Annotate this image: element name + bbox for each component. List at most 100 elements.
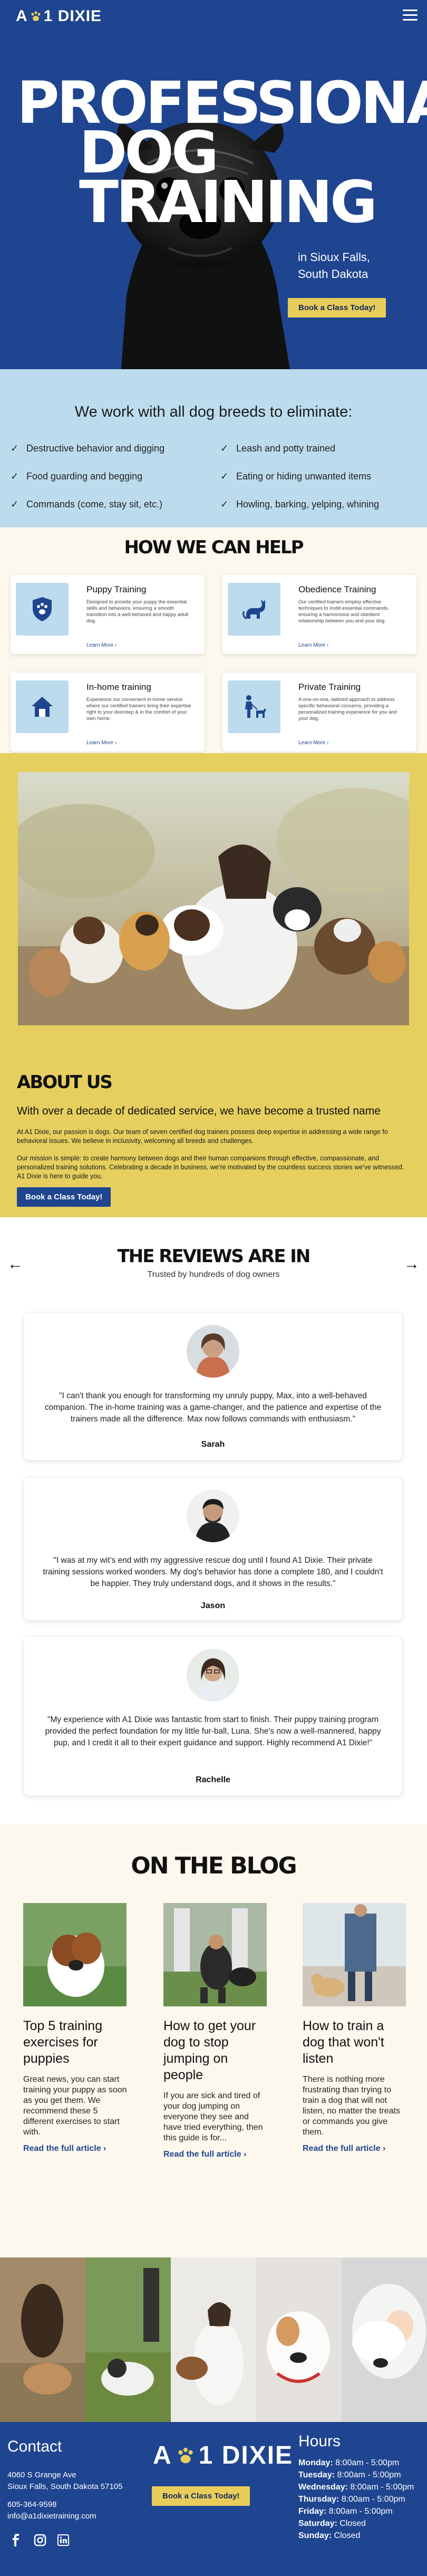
blog-post: Top 5 training exercises for puppies Gre…: [23, 1903, 129, 2154]
reviews-section: ← → THE REVIEWS ARE IN Trusted by hundre…: [0, 1217, 427, 1824]
service-card-private[interactable]: Private Training A one-on-one, tailored …: [222, 672, 416, 752]
service-card-puppy[interactable]: Puppy Training Designed to provide your …: [11, 575, 205, 654]
avatar-sarah: [187, 1325, 239, 1378]
breed-item: ✓ Commands (come, stay sit, etc.): [11, 499, 162, 510]
brand-logo-part1: A: [16, 7, 28, 25]
review-quote: "I can't thank you enough for transformi…: [44, 1391, 382, 1424]
blog-post-excerpt: There is nothing more frustrating than t…: [303, 2075, 400, 2137]
read-article-link[interactable]: Read the full article ›: [303, 2144, 408, 2154]
linkedin-icon[interactable]: [57, 2534, 70, 2546]
check-icon: ✓: [11, 499, 19, 510]
review-card: "My experience with A1 Dixie was fantast…: [24, 1637, 402, 1795]
hours-row: Saturday: Closed: [298, 2517, 414, 2530]
blog-post-title[interactable]: How to train a dog that won't listen: [303, 2018, 408, 2067]
footer-brand-logo[interactable]: A 1 DIXIE: [153, 2441, 293, 2470]
about-book-button[interactable]: Book a Class Today!: [17, 1187, 111, 1207]
blog-post-title[interactable]: How to get your dog to stop jumping on p…: [163, 2018, 269, 2083]
learn-more-link[interactable]: Learn More ›: [298, 642, 328, 648]
breed-item: ✓ Eating or hiding unwanted items: [220, 471, 371, 482]
breeds-title: We work with all dog breeds to eliminate…: [74, 403, 353, 420]
blog-title: ON THE BLOG: [131, 1852, 297, 1879]
services-section: HOW WE CAN HELP Puppy Training Designed …: [0, 527, 427, 753]
hours-day: Saturday:: [298, 2519, 337, 2528]
hamburger-menu-icon[interactable]: [403, 9, 418, 21]
chevron-right-icon: ›: [114, 642, 117, 648]
review-author: Rachelle: [196, 1775, 230, 1784]
service-card-in-home[interactable]: In-home training Experience our convenie…: [11, 672, 205, 752]
reviews-title: THE REVIEWS ARE IN: [117, 1246, 311, 1267]
footer-hours-list: Monday: 8:00am - 5:00pm Tuesday: 8:00am …: [298, 2457, 414, 2542]
hours-time: 8:00am - 5:00pm: [347, 2483, 414, 2492]
hours-day: Friday:: [298, 2507, 327, 2516]
footer-logo-part2: 1 DIXIE: [198, 2442, 294, 2469]
about-title: ABOUT US: [17, 1072, 113, 1093]
about-paragraph-1: At A1 Dixie, our passion is dogs. Our te…: [17, 1128, 388, 1145]
house-icon: [16, 680, 69, 733]
footer-contact-info: 4060 S Grange Ave Sioux Falls, South Dak…: [7, 2469, 122, 2522]
chevron-right-icon: ›: [103, 2144, 106, 2153]
read-article-link[interactable]: Read the full article ›: [163, 2150, 269, 2159]
chevron-right-icon: ›: [326, 740, 329, 746]
check-icon: ✓: [220, 499, 229, 510]
service-card-obedience[interactable]: Obedience Training Our certified trainer…: [222, 575, 416, 654]
check-icon: ✓: [220, 443, 229, 454]
services-title: HOW WE CAN HELP: [124, 537, 304, 558]
hero-headline: PROFESSIONAL DOG TRAINING: [17, 74, 427, 236]
breed-item: ✓ Food guarding and begging: [11, 471, 142, 482]
blog-post-image[interactable]: [23, 1903, 127, 2006]
blog-post-image[interactable]: [303, 1903, 406, 2006]
breed-item-label: Food guarding and begging: [26, 471, 143, 482]
about-section: ABOUT US With over a decade of dedicated…: [0, 753, 427, 1217]
brand-logo[interactable]: A 1 DIXIE: [16, 7, 102, 25]
blog-post: How to get your dog to stop jumping on p…: [163, 1903, 269, 2159]
breeds-section: We work with all dog breeds to eliminate…: [0, 369, 427, 527]
hero-headline-line1: PROFESSIONAL: [17, 69, 427, 137]
review-author: Jason: [200, 1601, 226, 1610]
review-quote: "I was at my wit's end with my aggressiv…: [43, 1556, 383, 1588]
review-author: Sarah: [201, 1440, 225, 1449]
service-card-text: Our certified trainers employ effective …: [298, 599, 390, 624]
hours-row: Thursday: 8:00am - 5:00pm: [298, 2493, 414, 2505]
hero-location-line1: in Sioux Falls,: [298, 251, 370, 264]
footer-book-button[interactable]: Book a Class Today!: [152, 2486, 250, 2506]
hero-section: A 1 DIXIE PROFESSIONAL DOG TRAINING in S: [0, 0, 427, 369]
blog-post-excerpt: If you are sick and tired of your dog ju…: [163, 2091, 263, 2142]
breed-item: ✓ Destructive behavior and digging: [11, 443, 164, 454]
read-article-link[interactable]: Read the full article ›: [23, 2144, 129, 2154]
hours-day: Tuesday:: [298, 2471, 335, 2479]
blog-post-image[interactable]: [163, 1903, 267, 2006]
about-subtitle: With over a decade of dedicated service,…: [17, 1105, 381, 1117]
check-icon: ✓: [11, 471, 19, 482]
gallery-photo: [85, 2257, 171, 2422]
facebook-icon[interactable]: [9, 2534, 22, 2546]
read-article-label: Read the full article: [303, 2144, 381, 2153]
hero-headline-line2: DOG TRAINING: [79, 119, 377, 236]
footer-hours-title: Hours: [298, 2433, 341, 2450]
hero-book-button[interactable]: Book a Class Today!: [288, 298, 386, 318]
instagram-icon[interactable]: [34, 2534, 46, 2546]
read-article-label: Read the full article: [163, 2150, 241, 2159]
learn-more-link[interactable]: Learn More ›: [86, 740, 117, 746]
check-icon: ✓: [11, 443, 19, 454]
read-article-label: Read the full article: [23, 2144, 101, 2153]
learn-more-link[interactable]: Learn More ›: [298, 740, 328, 746]
blog-post-title[interactable]: Top 5 training exercises for puppies: [23, 2018, 129, 2067]
footer-phone[interactable]: 605-364-9598: [7, 2499, 122, 2511]
breed-item-label: Leash and potty trained: [236, 443, 336, 454]
paw-icon: [30, 10, 42, 23]
learn-more-link[interactable]: Learn More ›: [86, 642, 117, 648]
photo-gallery: [0, 2257, 427, 2422]
person-dog-icon: [228, 680, 280, 733]
service-card-title: In-home training: [86, 682, 151, 692]
brand-logo-part2: 1 DIXIE: [43, 7, 102, 25]
hours-time: Closed: [337, 2519, 366, 2528]
hours-time: 8:00am - 5:00pm: [335, 2471, 401, 2479]
footer-email[interactable]: info@a1dixietraining.com: [7, 2511, 122, 2522]
footer-logo-part1: A: [153, 2442, 172, 2469]
breed-item: ✓ Leash and potty trained: [220, 443, 335, 454]
learn-more-label: Learn More: [86, 740, 114, 746]
chevron-right-icon: ›: [326, 642, 329, 648]
hours-row: Friday: 8:00am - 5:00pm: [298, 2505, 414, 2517]
hours-time: 8:00am - 5:00pm: [339, 2495, 405, 2504]
hero-location: in Sioux Falls, South Dakota: [298, 249, 370, 283]
